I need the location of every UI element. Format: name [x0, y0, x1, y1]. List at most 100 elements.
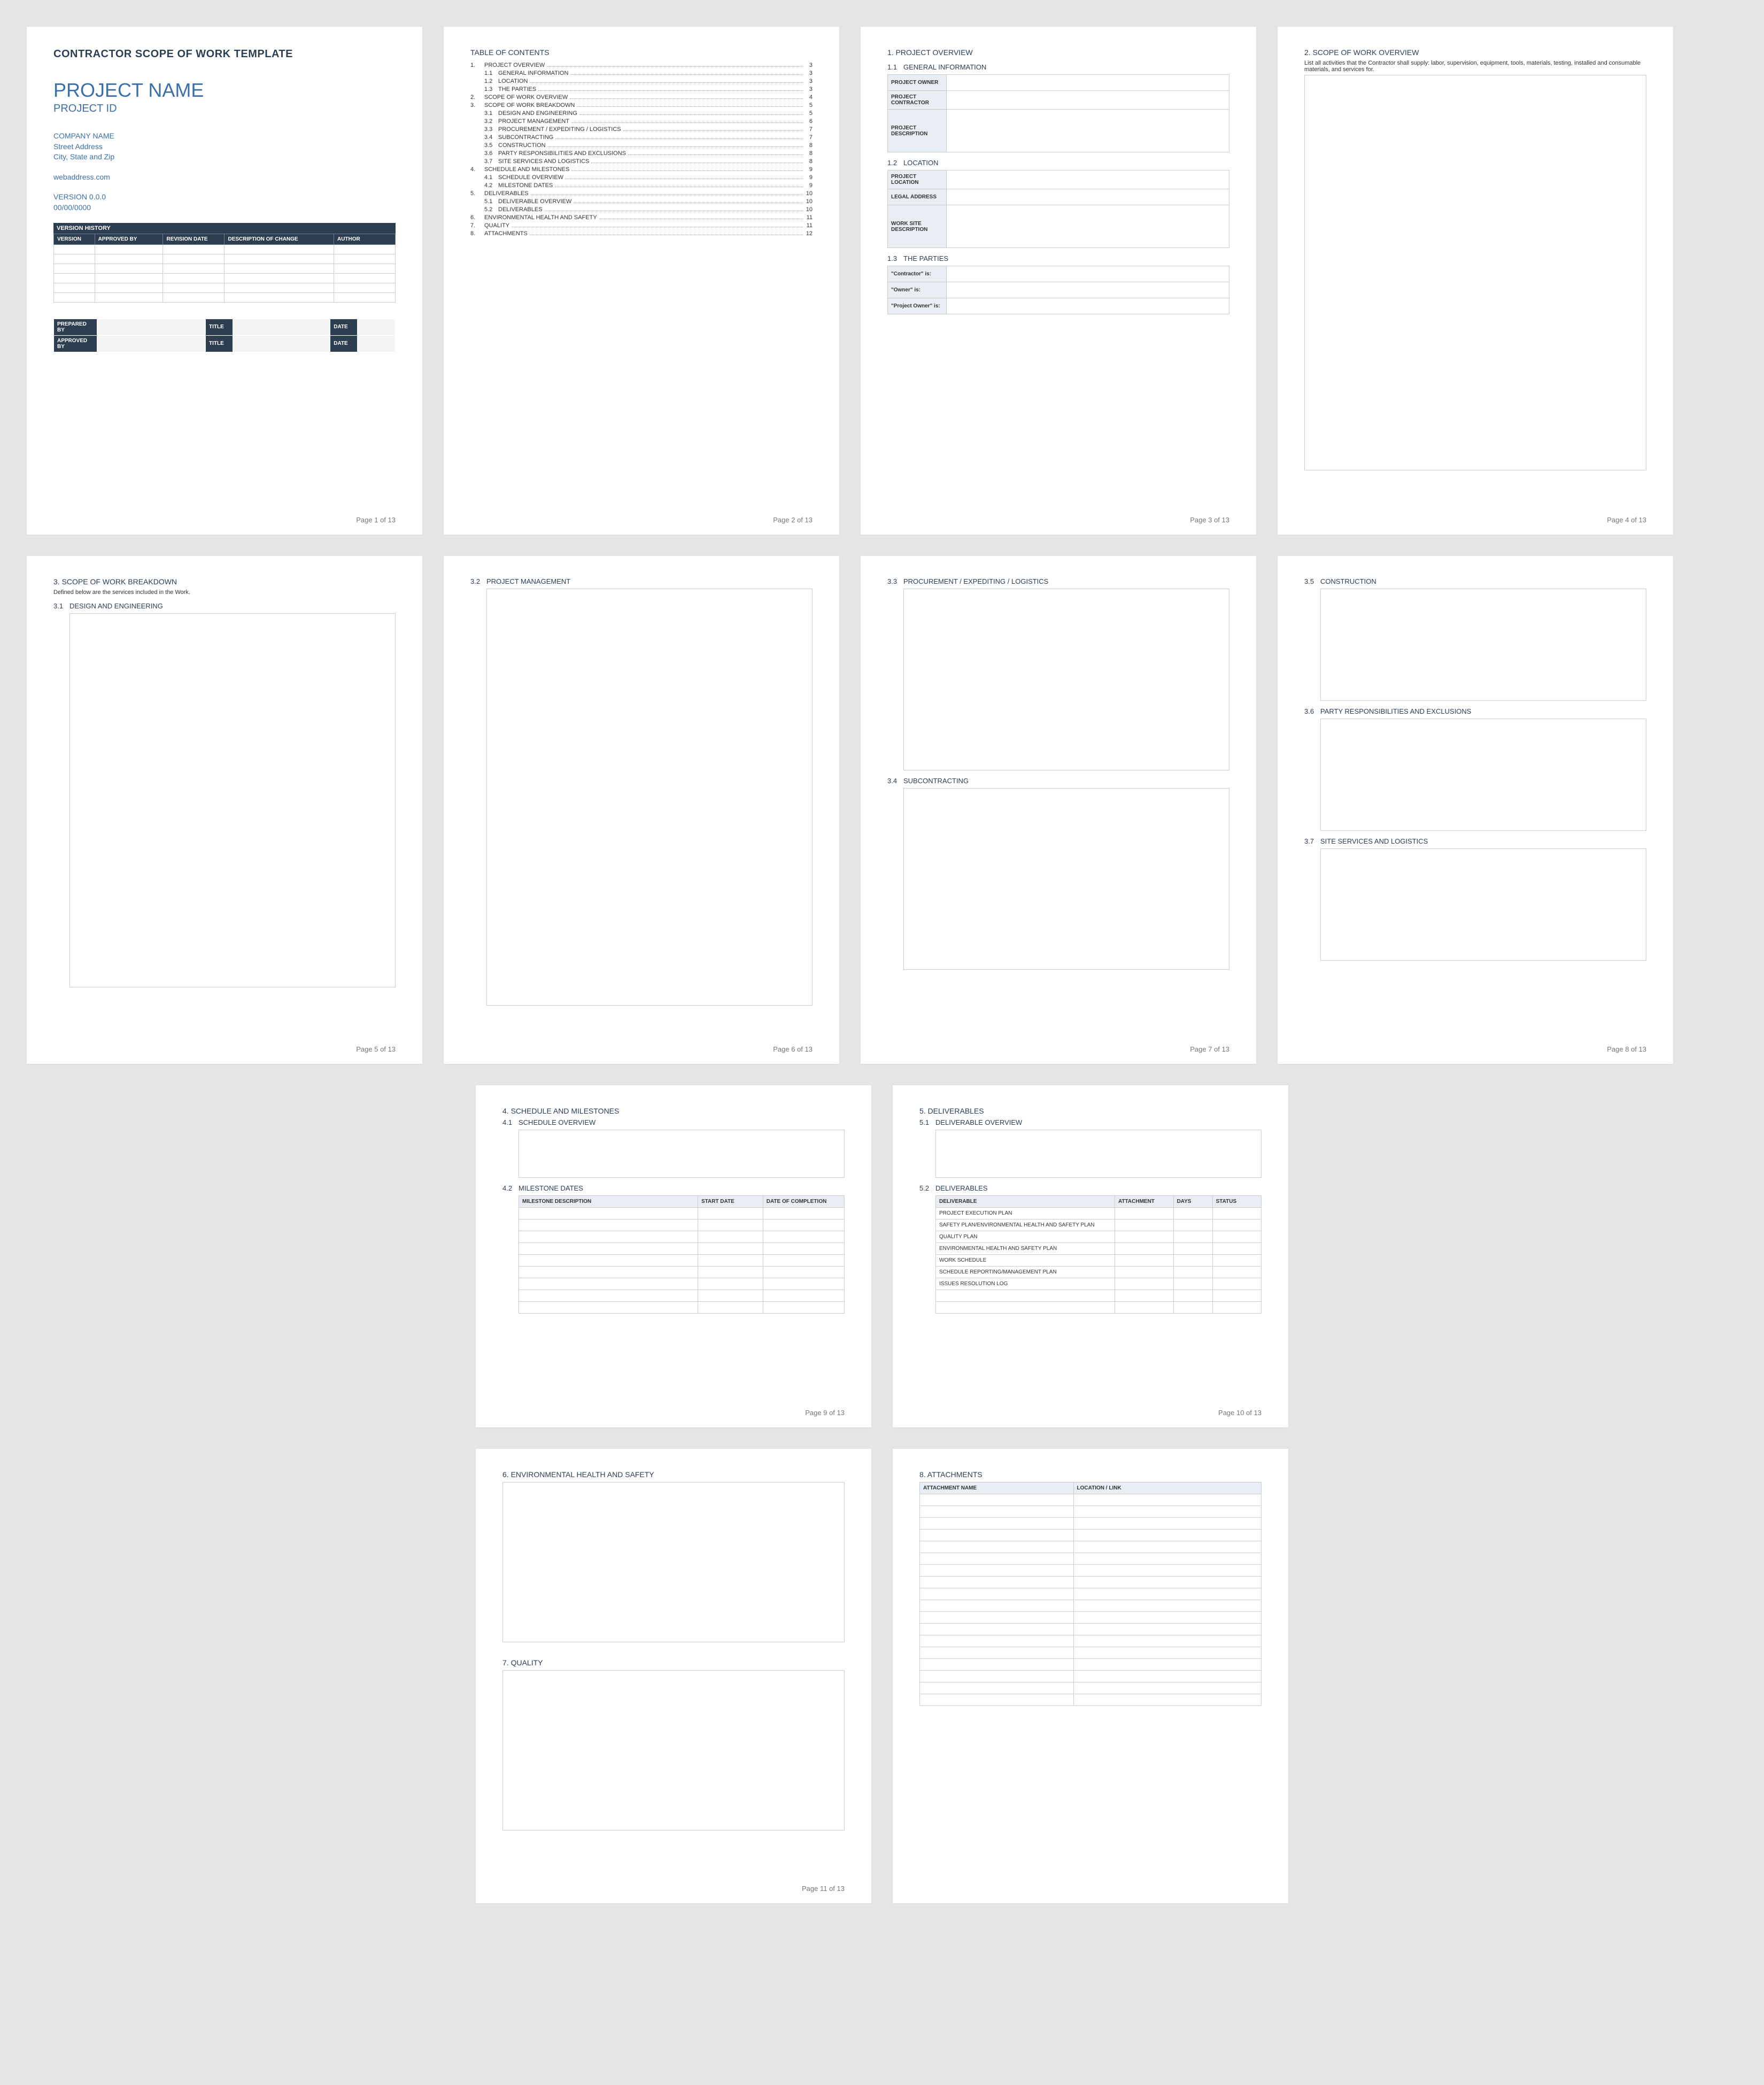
pm-box[interactable]: [486, 589, 813, 1006]
project-name: PROJECT NAME: [53, 79, 396, 102]
toc-label: MILESTONE DATES: [498, 182, 553, 189]
subsec-num: 3.4: [887, 777, 903, 785]
ms-col-desc: MILESTONE DESCRIPTION: [519, 1196, 698, 1208]
title-label-1: TITLE: [205, 319, 233, 335]
subsec-label: PARTY RESPONSIBILITIES AND EXCLUSIONS: [1320, 707, 1471, 715]
deliverable-name: SAFETY PLAN/ENVIRONMENTAL HEALTH AND SAF…: [936, 1219, 1115, 1231]
prepared-by-label: PREPARED BY: [54, 319, 97, 335]
version: VERSION 0.0.0: [53, 192, 396, 203]
kv-key: LEGAL ADDRESS: [888, 189, 947, 205]
toc-line: 1.1GENERAL INFORMATION3: [470, 70, 813, 76]
table-row: ENVIRONMENTAL HEALTH AND SAFETY PLAN: [936, 1243, 1262, 1255]
toc-num: 3.6: [484, 150, 498, 157]
toc-page: 9: [805, 166, 813, 173]
sec-1: 1. PROJECT OVERVIEW: [887, 48, 1229, 57]
toc-label: SCOPE OF WORK OVERVIEW: [484, 94, 568, 101]
deliverable-overview-box[interactable]: [935, 1130, 1262, 1178]
table-row: SAFETY PLAN/ENVIRONMENTAL HEALTH AND SAF…: [936, 1219, 1262, 1231]
toc-num: 4.1: [484, 174, 498, 181]
sec-7: 7. QUALITY: [502, 1658, 845, 1667]
toc-page: 8: [805, 158, 813, 165]
deliverable-name: QUALITY PLAN: [936, 1231, 1115, 1243]
toc-list: 1.PROJECT OVERVIEW31.1GENERAL INFORMATIO…: [470, 62, 813, 237]
page-10: 5. DELIVERABLES 5.1DELIVERABLE OVERVIEW …: [893, 1085, 1288, 1427]
toc-line: 5.2DELIVERABLES10: [470, 206, 813, 213]
toc-label: PARTY RESPONSIBILITIES AND EXCLUSIONS: [498, 150, 626, 157]
city-state: City, State and Zip: [53, 152, 396, 163]
toc-page: 3: [805, 78, 813, 84]
page-footer: Page 6 of 13: [773, 1045, 813, 1053]
general-info-table: PROJECT OWNER PROJECT CONTRACTOR PROJECT…: [887, 74, 1229, 152]
responsibilities-box[interactable]: [1320, 719, 1646, 831]
toc-page: 10: [805, 206, 813, 213]
kv-key: "Project Owner" is:: [888, 298, 947, 314]
quality-box[interactable]: [502, 1670, 845, 1831]
site-services-box[interactable]: [1320, 848, 1646, 961]
toc-page: 10: [805, 190, 813, 197]
toc-label: SCHEDULE AND MILESTONES: [484, 166, 569, 173]
subsec-label: SITE SERVICES AND LOGISTICS: [1320, 837, 1428, 845]
schedule-overview-box[interactable]: [519, 1130, 845, 1178]
toc-label: DELIVERABLES: [484, 190, 529, 197]
construction-box[interactable]: [1320, 589, 1646, 701]
toc-label: LOCATION: [498, 78, 528, 84]
table-row: [920, 1659, 1262, 1671]
toc-num: 2.: [470, 94, 484, 101]
toc-page: 5: [805, 102, 813, 109]
scope-desc: List all activities that the Contractor …: [1304, 60, 1646, 73]
toc-num: 5.1: [484, 198, 498, 205]
page-2: TABLE OF CONTENTS 1.PROJECT OVERVIEW31.1…: [444, 27, 839, 535]
toc-page: 3: [805, 70, 813, 76]
signature-table: PREPARED BY TITLE DATE APPROVED BY TITLE…: [53, 319, 396, 352]
toc-num: 3.: [470, 102, 484, 109]
deliverable-name: ENVIRONMENTAL HEALTH AND SAFETY PLAN: [936, 1243, 1115, 1255]
ms-col-complete: DATE OF COMPLETION: [763, 1196, 844, 1208]
toc-num: 3.4: [484, 134, 498, 141]
toc-title: TABLE OF CONTENTS: [470, 48, 813, 57]
table-row: [920, 1624, 1262, 1635]
toc-line: 3.3PROCUREMENT / EXPEDITING / LOGISTICS7: [470, 126, 813, 133]
page-6: 3.2PROJECT MANAGEMENT Page 6 of 13: [444, 556, 839, 1064]
ehs-box[interactable]: [502, 1482, 845, 1642]
deliverables-table: DELIVERABLE ATTACHMENT DAYS STATUS PROJE…: [935, 1195, 1262, 1314]
dv-col-status: STATUS: [1212, 1196, 1261, 1208]
date-label-2: DATE: [330, 335, 358, 352]
procurement-box[interactable]: [903, 589, 1229, 770]
subsec-num: 5.1: [919, 1118, 935, 1126]
vh-col-approved: APPROVED BY: [95, 234, 163, 244]
breakdown-desc: Defined below are the services included …: [53, 589, 396, 596]
att-col-name: ATTACHMENT NAME: [920, 1482, 1074, 1494]
page-footer: Page 5 of 13: [356, 1045, 396, 1053]
deliverable-name: WORK SCHEDULE: [936, 1255, 1115, 1267]
deliverable-name: ISSUES RESOLUTION LOG: [936, 1278, 1115, 1290]
toc-num: 3.2: [484, 118, 498, 125]
scope-box[interactable]: [1304, 75, 1646, 470]
subcontracting-box[interactable]: [903, 788, 1229, 970]
page-footer: Page 10 of 13: [1218, 1409, 1262, 1417]
page-11: 6. ENVIRONMENTAL HEALTH AND SAFETY 7. QU…: [476, 1449, 871, 1903]
table-row: [920, 1506, 1262, 1518]
design-box[interactable]: [69, 613, 396, 987]
toc-label: DELIVERABLES: [498, 206, 543, 213]
table-row: [920, 1541, 1262, 1553]
table-row: [936, 1290, 1262, 1302]
toc-label: ENVIRONMENTAL HEALTH AND SAFETY: [484, 214, 597, 221]
date-label-1: DATE: [330, 319, 358, 335]
table-row: [920, 1553, 1262, 1565]
toc-line: 5.1DELIVERABLE OVERVIEW10: [470, 198, 813, 205]
toc-page: 9: [805, 174, 813, 181]
toc-label: GENERAL INFORMATION: [498, 70, 568, 76]
vh-col-author: AUTHOR: [334, 234, 395, 244]
toc-page: 7: [805, 134, 813, 141]
toc-label: SUBCONTRACTING: [498, 134, 553, 141]
toc-label: QUALITY: [484, 222, 509, 229]
sec-4: 4. SCHEDULE AND MILESTONES: [502, 1107, 845, 1115]
deliverable-name: PROJECT EXECUTION PLAN: [936, 1208, 1115, 1219]
toc-num: 1.2: [484, 78, 498, 84]
table-row: ISSUES RESOLUTION LOG: [936, 1278, 1262, 1290]
toc-page: 6: [805, 118, 813, 125]
page-3: 1. PROJECT OVERVIEW 1.1GENERAL INFORMATI…: [861, 27, 1256, 535]
table-row: WORK SCHEDULE: [936, 1255, 1262, 1267]
doc-title: CONTRACTOR SCOPE OF WORK TEMPLATE: [53, 48, 396, 60]
subsec-num: 3.5: [1304, 577, 1320, 585]
